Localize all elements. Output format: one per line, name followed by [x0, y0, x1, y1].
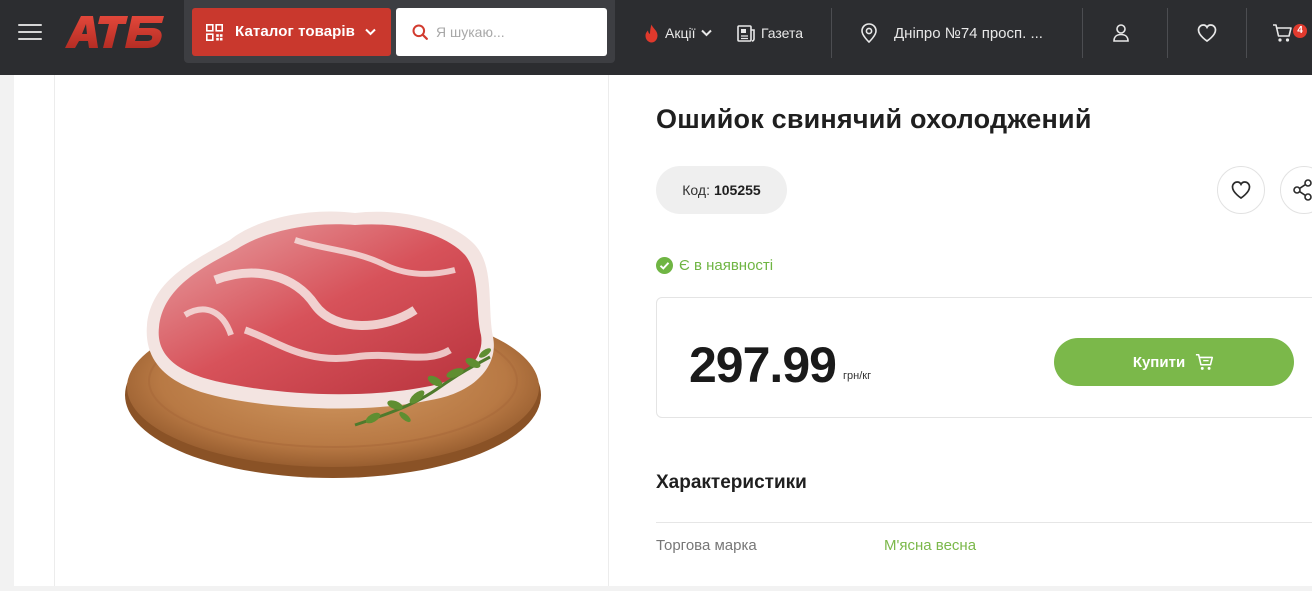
catalog-label: Каталог товарів — [235, 23, 356, 40]
chevron-down-icon — [365, 28, 376, 36]
share-button[interactable] — [1280, 166, 1312, 214]
stock-status: Є в наявності — [656, 257, 773, 274]
header-divider — [1246, 8, 1247, 58]
promo-label: Акції — [665, 25, 696, 41]
brand-label: Торгова марка — [656, 537, 757, 554]
promo-menu[interactable]: Акції — [643, 22, 713, 44]
search-icon[interactable] — [412, 24, 428, 40]
newspaper-label: Газета — [761, 25, 804, 41]
menu-icon[interactable] — [18, 24, 42, 42]
search-box — [396, 8, 607, 56]
stock-text: Є в наявності — [679, 257, 774, 274]
user-icon[interactable] — [1110, 22, 1132, 44]
product-image-panel — [55, 75, 609, 586]
check-circle-icon — [656, 257, 673, 274]
newspaper-link[interactable]: Газета — [737, 22, 803, 44]
add-to-favorites-button[interactable] — [1217, 166, 1265, 214]
cart-count-badge: 4 — [1293, 24, 1307, 38]
header-divider — [1167, 8, 1168, 58]
divider — [656, 522, 1312, 523]
product-price: 297.99 — [689, 337, 837, 393]
brand-value-link[interactable]: М'ясна весна — [884, 537, 976, 554]
catalog-grid-icon — [206, 24, 223, 41]
cart-icon[interactable] — [1272, 22, 1294, 44]
buy-label: Купити — [1132, 353, 1186, 371]
header-divider — [831, 8, 832, 58]
site-header: Каталог товарів Акції Газета — [0, 0, 1312, 75]
store-label: Дніпро №74 просп. ... — [894, 24, 1043, 42]
cart-icon — [1196, 353, 1214, 370]
price-unit: грн/кг — [843, 370, 872, 382]
buy-button[interactable]: Купити — [1054, 338, 1294, 386]
share-icon — [1293, 179, 1312, 201]
product-code: Код: 105255 — [656, 166, 787, 214]
newspaper-icon — [737, 24, 755, 42]
search-input[interactable] — [436, 20, 596, 44]
heart-icon — [1231, 181, 1251, 200]
chevron-down-icon — [701, 29, 713, 37]
characteristics-title: Характеристики — [656, 472, 807, 493]
product-image[interactable] — [55, 75, 609, 586]
catalog-button[interactable]: Каталог товарів — [192, 8, 391, 56]
heart-icon[interactable] — [1196, 22, 1218, 44]
store-selector[interactable]: Дніпро №74 просп. ... — [860, 22, 1043, 44]
product-title: Ошийок свинячий охолоджений — [656, 104, 1092, 134]
header-divider — [1082, 8, 1083, 58]
page-gutter — [0, 75, 14, 586]
code-label: Код: — [682, 182, 710, 198]
fire-icon — [645, 24, 658, 42]
location-pin-icon — [861, 23, 877, 43]
code-value: 105255 — [713, 182, 761, 198]
atb-logo[interactable] — [62, 12, 166, 52]
